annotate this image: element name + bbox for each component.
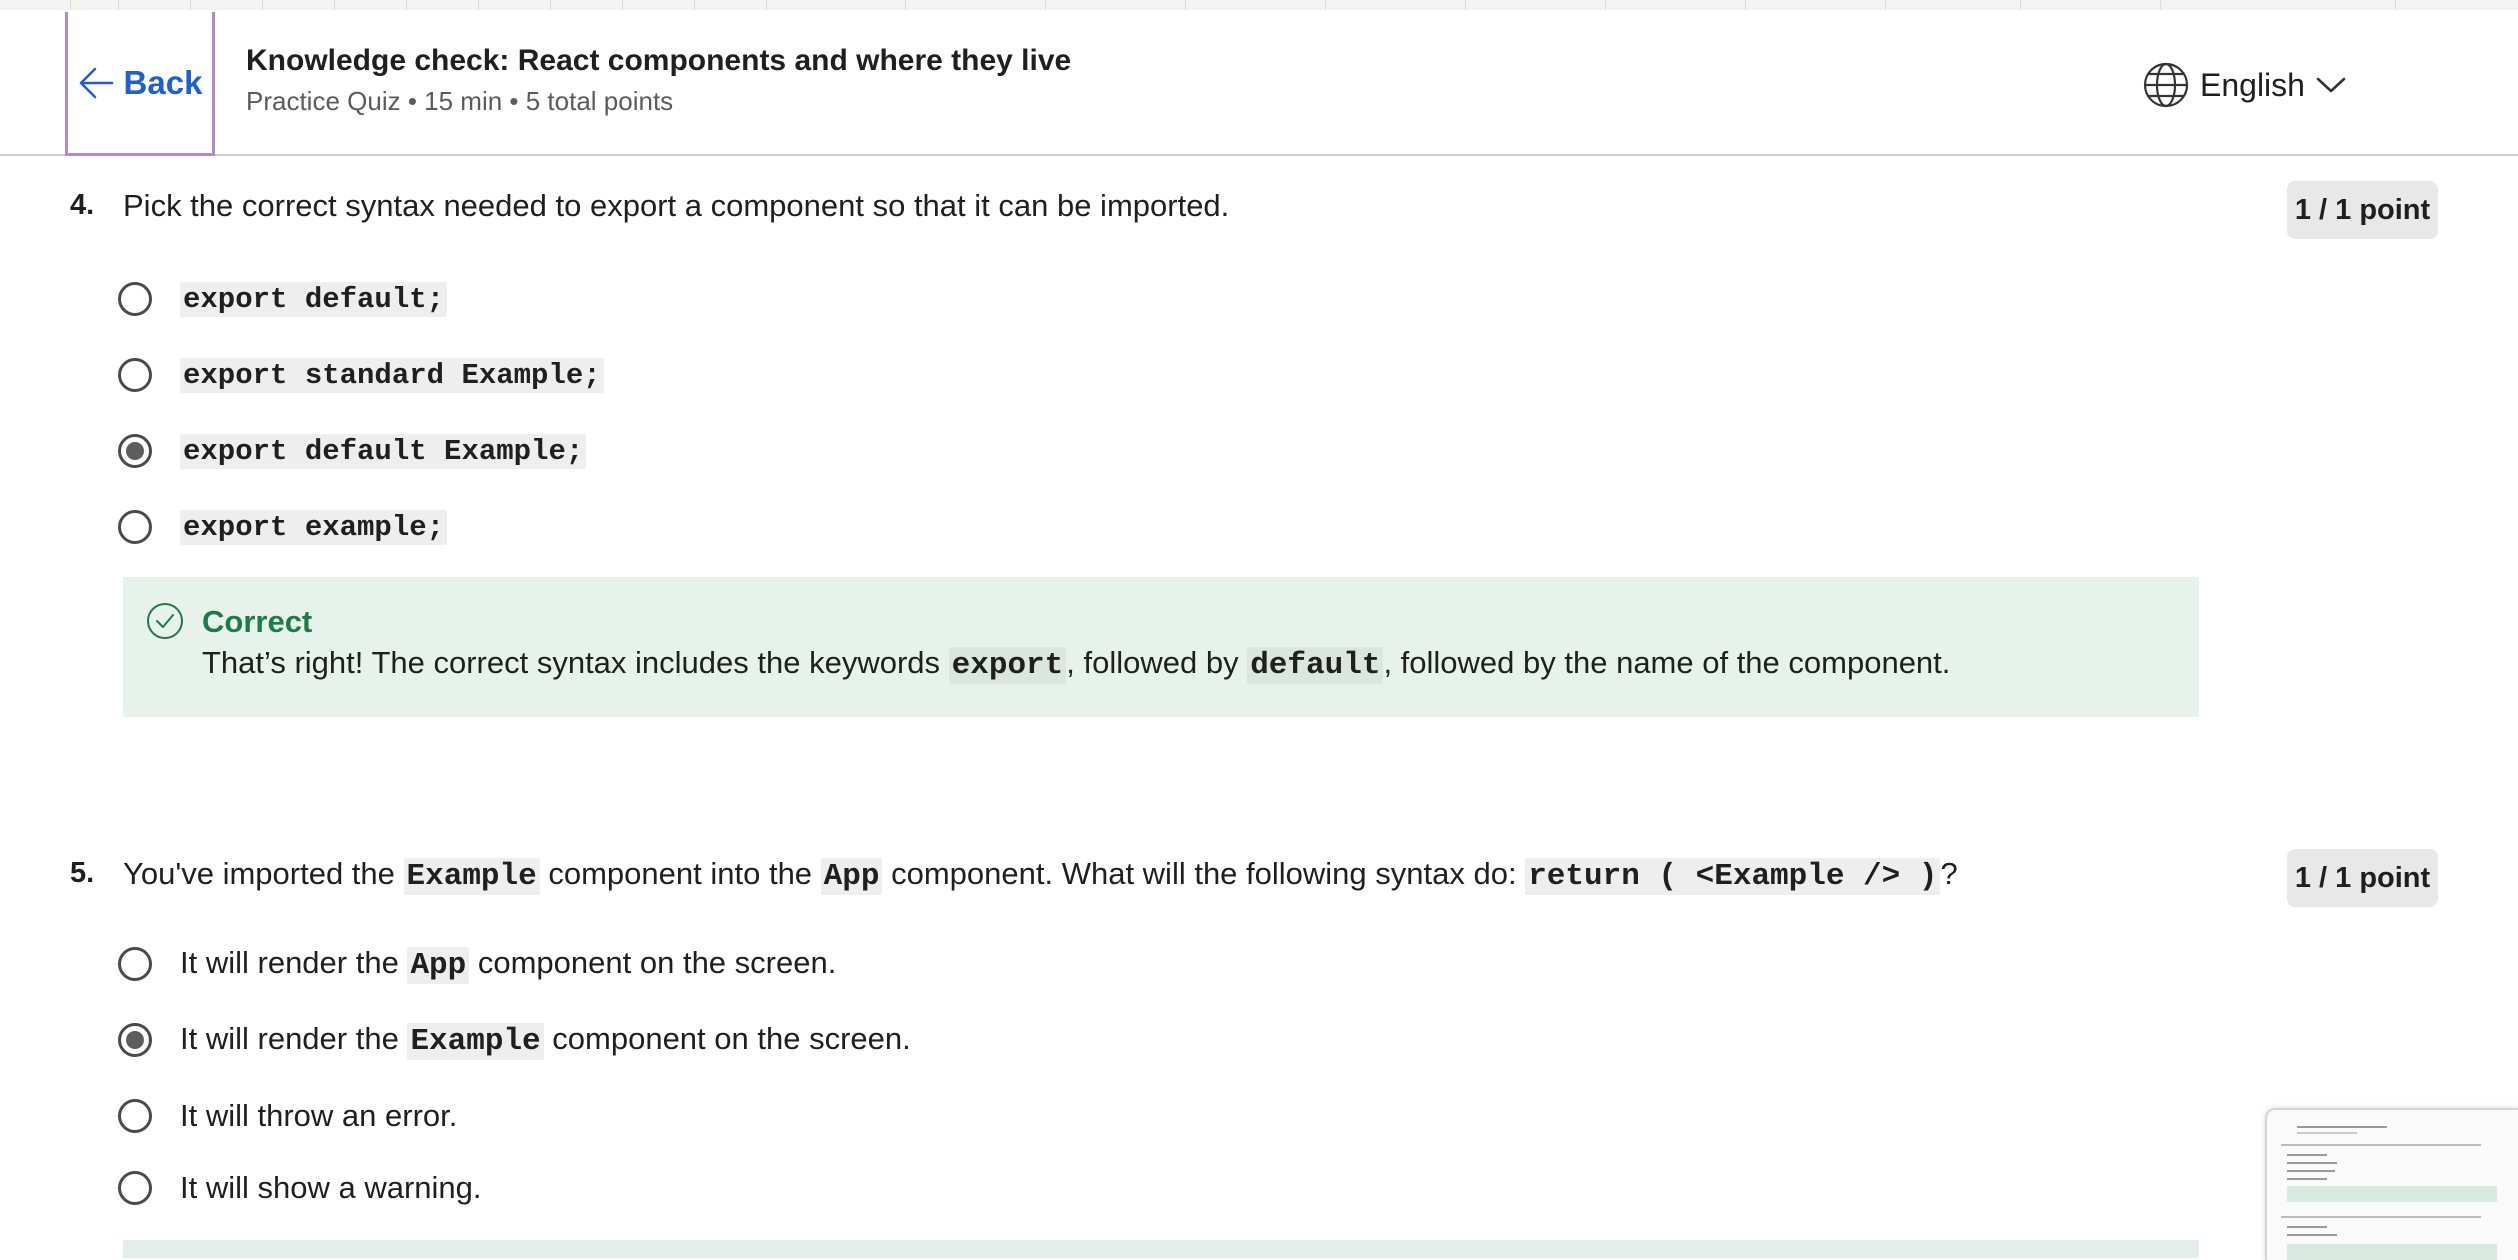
radio-button[interactable]	[118, 1099, 152, 1133]
question-5-feedback	[123, 1240, 2199, 1258]
back-label: Back	[123, 63, 203, 101]
radio-button-selected[interactable]	[118, 434, 152, 468]
question-5-number: 5.	[70, 857, 95, 889]
option-label: It will render the Example component on …	[180, 1021, 911, 1060]
page-title: Knowledge check: React components and wh…	[246, 44, 1072, 77]
question-5-points-badge: 1 / 1 point	[2287, 849, 2438, 907]
question-4-option-1[interactable]: export default;	[118, 277, 448, 321]
radio-button[interactable]	[118, 947, 152, 981]
quiz-header: Back Knowledge check: React components a…	[0, 10, 2518, 156]
quiz-meta: Practice Quiz • 15 min • 5 total points	[246, 86, 674, 116]
check-circle-icon	[147, 603, 183, 639]
question-4-feedback: Correct That’s right! The correct syntax…	[123, 577, 2199, 717]
option-label: It will show a warning.	[180, 1170, 482, 1205]
question-4-number: 4.	[70, 189, 95, 221]
option-label: export standard Example;	[180, 357, 604, 393]
feedback-status: Correct	[202, 604, 313, 639]
globe-icon	[2143, 62, 2189, 108]
radio-button-selected[interactable]	[118, 1023, 152, 1057]
question-5-option-2[interactable]: It will render the Example component on …	[118, 1018, 911, 1062]
option-label: export default;	[180, 281, 448, 317]
option-label: export default Example;	[180, 433, 587, 469]
option-label: It will throw an error.	[180, 1098, 458, 1133]
language-selector[interactable]: English	[2142, 60, 2347, 110]
question-5-option-3[interactable]: It will throw an error.	[118, 1094, 457, 1138]
page-thumbnail-preview[interactable]	[2265, 1108, 2518, 1260]
option-label: export example;	[180, 509, 448, 545]
question-4-points-badge: 1 / 1 point	[2287, 181, 2438, 239]
question-4-text: Pick the correct syntax needed to export…	[123, 188, 1230, 223]
chevron-down-icon	[2316, 77, 2346, 93]
question-5-option-1[interactable]: It will render the App component on the …	[118, 942, 836, 986]
arrow-left-icon	[79, 67, 113, 98]
question-5-text: You've imported the Example component in…	[123, 856, 1958, 895]
question-5-option-4[interactable]: It will show a warning.	[118, 1166, 482, 1210]
radio-button[interactable]	[118, 510, 152, 544]
radio-button[interactable]	[118, 1171, 152, 1205]
back-button[interactable]: Back	[65, 12, 215, 156]
question-4-option-3[interactable]: export default Example;	[118, 429, 587, 473]
question-4-option-2[interactable]: export standard Example;	[118, 353, 604, 397]
option-label: It will render the App component on the …	[180, 945, 837, 984]
radio-button[interactable]	[118, 358, 152, 392]
radio-button[interactable]	[118, 282, 152, 316]
language-label: English	[2200, 66, 2305, 103]
feedback-text: That’s right! The correct syntax include…	[202, 645, 1951, 684]
question-4-option-4[interactable]: export example;	[118, 505, 448, 549]
